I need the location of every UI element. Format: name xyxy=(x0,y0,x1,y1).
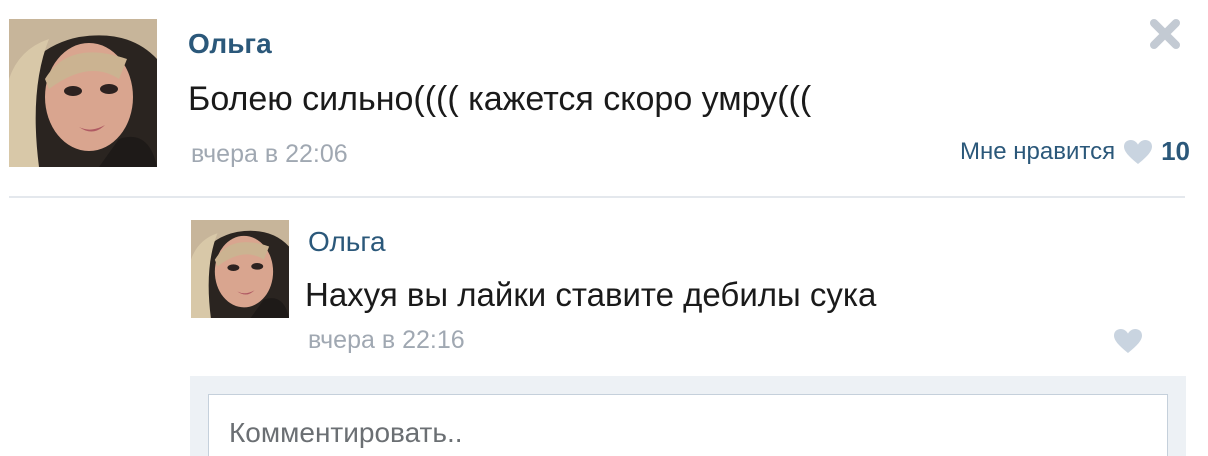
heart-icon[interactable] xyxy=(1113,328,1143,354)
wall-post: Ольга Болею сильно(((( кажется скоро умр… xyxy=(0,0,1208,456)
like-count: 10 xyxy=(1161,136,1190,166)
heart-icon xyxy=(1124,139,1153,164)
close-icon[interactable] xyxy=(1147,16,1183,52)
reply-avatar[interactable] xyxy=(191,220,289,318)
like-label: Мне нравится xyxy=(959,137,1116,165)
divider xyxy=(9,196,1185,198)
post-text: Болею сильно(((( кажется скоро умру((( xyxy=(188,80,812,118)
post-avatar[interactable] xyxy=(9,19,157,167)
reply-date-link[interactable]: вчера в 22:16 xyxy=(308,326,465,355)
like-button[interactable]: Мне нравится 10 xyxy=(960,136,1190,167)
post-author-link[interactable]: Ольга xyxy=(188,28,272,60)
reply-author-link[interactable]: Ольга xyxy=(308,226,386,258)
post-date-link[interactable]: вчера в 22:06 xyxy=(191,140,348,169)
comment-input[interactable] xyxy=(208,394,1168,456)
reply-text: Нахуя вы лайки ставите дебилы сука xyxy=(305,276,877,313)
